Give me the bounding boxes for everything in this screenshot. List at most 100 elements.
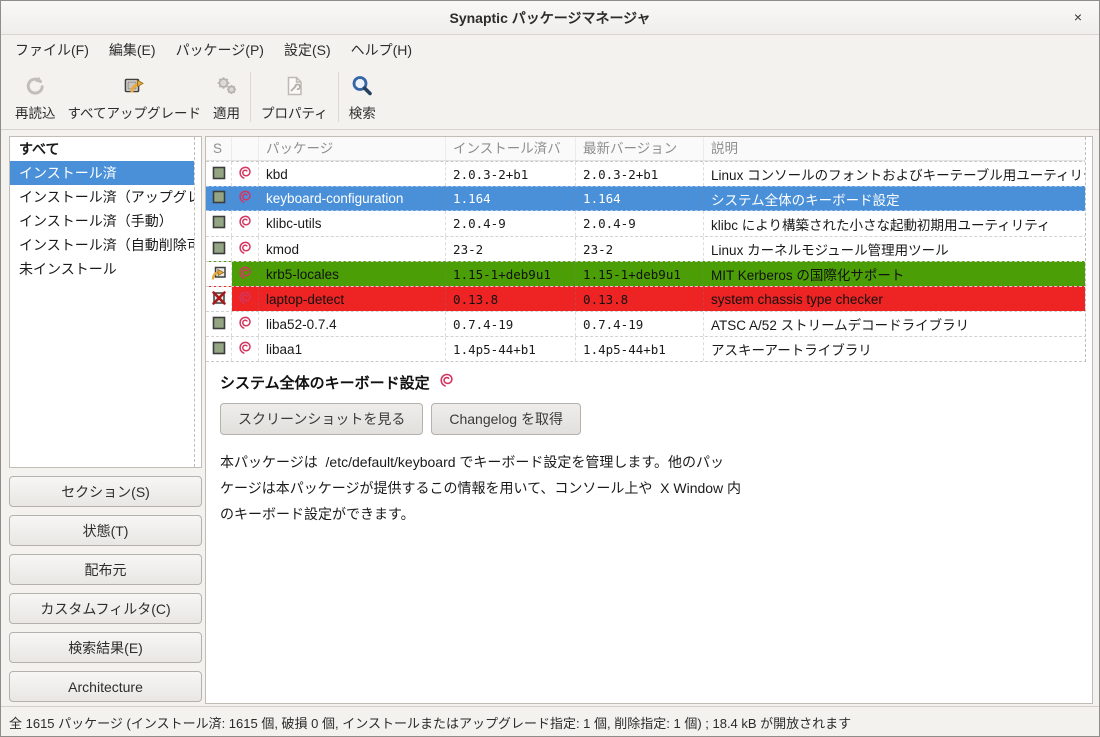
installed-status-icon bbox=[211, 315, 227, 334]
menu-item-1[interactable]: 編集(E) bbox=[99, 35, 166, 65]
latest-version-cell: 0.7.4-19 bbox=[576, 312, 704, 336]
column-header-package[interactable]: パッケージ bbox=[259, 137, 446, 160]
installed-version-cell: 2.0.4-9 bbox=[446, 211, 576, 236]
toolbar-button-label: 適用 bbox=[207, 102, 246, 122]
menu-item-2[interactable]: パッケージ(P) bbox=[166, 35, 274, 65]
toolbar-button-3[interactable]: プロパティ bbox=[255, 68, 334, 126]
debian-swirl-icon bbox=[238, 241, 252, 258]
column-header-installed-version[interactable]: インストール済バ bbox=[446, 137, 576, 160]
titlebar: Synaptic パッケージマネージャ × bbox=[1, 1, 1099, 35]
latest-version-cell: 2.0.3-2+b1 bbox=[576, 162, 704, 186]
filter-item-4[interactable]: インストール済（自動削除可 bbox=[10, 233, 201, 257]
package-name-cell: kbd bbox=[259, 162, 446, 186]
debian-swirl-cell bbox=[232, 337, 259, 361]
latest-version-cell: 1.164 bbox=[576, 187, 704, 210]
menu-item-3[interactable]: 設定(S) bbox=[274, 35, 341, 65]
table-scrollbar-track[interactable] bbox=[1085, 137, 1092, 362]
toolbar: 再読込すべてアップグレード適用プロパティ検索 bbox=[1, 65, 1099, 130]
description-cell: システム全体のキーボード設定 bbox=[704, 187, 1092, 210]
sidebar-button-3[interactable]: カスタムフィルタ(C) bbox=[9, 593, 202, 624]
filter-item-5[interactable]: 未インストール bbox=[10, 257, 201, 281]
package-name-cell: laptop-detect bbox=[259, 287, 446, 311]
filter-item-0[interactable]: すべて bbox=[10, 137, 201, 161]
toolbar-button-label: プロパティ bbox=[255, 102, 334, 122]
description-cell: klibc により構築された小さな起動初期用ユーティリティ bbox=[704, 211, 1092, 236]
filter-list-scrollbar-track[interactable] bbox=[194, 137, 201, 467]
main-content: すべてインストール済インストール済（アップグレインストール済（手動）インストール… bbox=[1, 130, 1099, 706]
debian-swirl-cell bbox=[232, 162, 259, 186]
table-row[interactable]: klibc-utils2.0.4-92.0.4-9klibc により構築された小… bbox=[206, 211, 1092, 236]
filter-item-2[interactable]: インストール済（アップグレ bbox=[10, 185, 201, 209]
statusbar-text: 全 1615 パッケージ (インストール済: 1615 個, 破損 0 個, イ… bbox=[9, 713, 851, 732]
filter-item-1[interactable]: インストール済 bbox=[10, 161, 201, 185]
debian-swirl-icon bbox=[238, 266, 252, 283]
package-name-cell: liba52-0.7.4 bbox=[259, 312, 446, 336]
debian-swirl-cell bbox=[232, 187, 259, 210]
installed-status-icon bbox=[211, 340, 227, 359]
menubar: ファイル(F)編集(E)パッケージ(P)設定(S)ヘルプ(H) bbox=[1, 35, 1099, 65]
menu-item-4[interactable]: ヘルプ(H) bbox=[341, 35, 422, 65]
toolbar-button-2[interactable]: 適用 bbox=[207, 68, 246, 126]
description-cell: Linux カーネルモジュール管理用ツール bbox=[704, 237, 1092, 261]
table-row[interactable]: libaa11.4p5-44+b11.4p5-44+b1アスキーアートライブラリ bbox=[206, 336, 1092, 361]
latest-version-cell: 2.0.4-9 bbox=[576, 211, 704, 236]
menu-item-0[interactable]: ファイル(F) bbox=[5, 35, 99, 65]
table-row[interactable]: krb5-locales1.15-1+deb9u11.15-1+deb9u1MI… bbox=[206, 261, 1092, 286]
details-panel: システム全体のキーボード設定 スクリーンショットを見る Changelog を取… bbox=[206, 362, 1092, 703]
package-status-icon-cell bbox=[206, 162, 232, 186]
sidebar-button-0[interactable]: セクション(S) bbox=[9, 476, 202, 507]
package-description: 本パッケージは /etc/default/keyboard でキーボード設定を管… bbox=[220, 449, 1078, 527]
table-row[interactable]: kbd2.0.3-2+b12.0.3-2+b1Linux コンソールのフォントお… bbox=[206, 161, 1092, 186]
package-status-icon-cell bbox=[206, 211, 232, 236]
search-icon bbox=[350, 73, 374, 99]
get-changelog-button[interactable]: Changelog を取得 bbox=[431, 403, 581, 435]
sidebar-button-5[interactable]: Architecture bbox=[9, 671, 202, 702]
table-row[interactable]: liba52-0.7.40.7.4-190.7.4-19ATSC A/52 スト… bbox=[206, 311, 1092, 336]
package-status-icon-cell bbox=[206, 312, 232, 336]
latest-version-cell: 1.4p5-44+b1 bbox=[576, 337, 704, 361]
debian-swirl-icon bbox=[238, 215, 252, 232]
debian-swirl-icon bbox=[238, 341, 252, 358]
toolbar-button-4[interactable]: 検索 bbox=[343, 68, 382, 126]
remove-status-icon bbox=[211, 290, 227, 309]
table-row[interactable]: kmod23-223-2Linux カーネルモジュール管理用ツール bbox=[206, 236, 1092, 261]
reload-icon bbox=[23, 73, 47, 99]
sidebar-buttons: セクション(S) 状態(T) 配布元カスタムフィルタ(C) 検索結果(E) Archit… bbox=[9, 476, 202, 704]
close-icon[interactable]: × bbox=[1069, 9, 1087, 27]
upgrade-all-icon bbox=[122, 73, 146, 99]
package-name-cell: klibc-utils bbox=[259, 211, 446, 236]
latest-version-cell: 1.15-1+deb9u1 bbox=[576, 262, 704, 286]
package-status-icon-cell bbox=[206, 187, 232, 210]
details-title: システム全体のキーボード設定 bbox=[220, 372, 430, 393]
filter-list: すべてインストール済インストール済（アップグレインストール済（手動）インストール… bbox=[9, 136, 202, 468]
sidebar-button-2[interactable]: 配布元 bbox=[9, 554, 202, 585]
description-cell: アスキーアートライブラリ bbox=[704, 337, 1092, 361]
sidebar: すべてインストール済インストール済（アップグレインストール済（手動）インストール… bbox=[9, 136, 202, 704]
table-row[interactable]: laptop-detect0.13.80.13.8system chassis … bbox=[206, 286, 1092, 311]
debian-swirl-cell bbox=[232, 312, 259, 336]
package-name-cell: kmod bbox=[259, 237, 446, 261]
package-name-cell: krb5-locales bbox=[259, 262, 446, 286]
table-row[interactable]: keyboard-configuration1.1641.164システム全体のキ… bbox=[206, 186, 1092, 211]
column-header-latest-version[interactable]: 最新バージョン bbox=[576, 137, 704, 160]
debian-swirl-icon bbox=[238, 166, 252, 183]
toolbar-separator bbox=[250, 72, 251, 122]
package-name-cell: keyboard-configuration bbox=[259, 187, 446, 210]
sidebar-button-1[interactable]: 状態(T) bbox=[9, 515, 202, 546]
toolbar-button-1[interactable]: すべてアップグレード bbox=[62, 68, 208, 126]
view-screenshot-button[interactable]: スクリーンショットを見る bbox=[220, 403, 423, 435]
installed-version-cell: 2.0.3-2+b1 bbox=[446, 162, 576, 186]
column-header-supported[interactable] bbox=[232, 137, 259, 160]
filter-item-3[interactable]: インストール済（手動） bbox=[10, 209, 201, 233]
sidebar-button-4[interactable]: 検索結果(E) bbox=[9, 632, 202, 663]
installed-version-cell: 1.15-1+deb9u1 bbox=[446, 262, 576, 286]
column-header-s[interactable]: S bbox=[206, 137, 232, 160]
package-status-icon-cell bbox=[206, 287, 232, 311]
column-header-description[interactable]: 説明 bbox=[704, 137, 1092, 160]
toolbar-button-0[interactable]: 再読込 bbox=[9, 68, 62, 126]
installed-status-icon bbox=[211, 189, 227, 208]
package-status-icon-cell bbox=[206, 237, 232, 261]
installed-status-icon bbox=[211, 214, 227, 233]
synaptic-window: Synaptic パッケージマネージャ × ファイル(F)編集(E)パッケージ(… bbox=[0, 0, 1100, 737]
description-cell: Linux コンソールのフォントおよびキーテーブル用ユーティリティ bbox=[704, 162, 1092, 186]
